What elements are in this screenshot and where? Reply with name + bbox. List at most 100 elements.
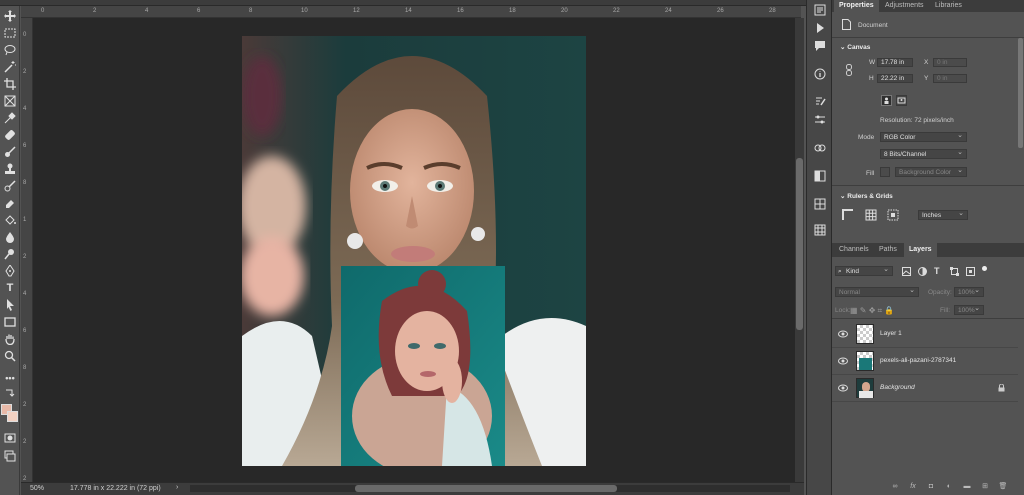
- ruler-tick-label: 4: [23, 291, 27, 297]
- tab-libraries[interactable]: Libraries: [930, 0, 967, 12]
- hand-tool-icon[interactable]: [2, 331, 18, 347]
- fill-color-swatch[interactable]: [880, 167, 890, 177]
- paint-bucket-tool-icon[interactable]: [2, 212, 18, 228]
- visibility-eye-icon[interactable]: [838, 330, 848, 338]
- history-brush-tool-icon[interactable]: [2, 178, 18, 194]
- tab-layers[interactable]: Layers: [904, 243, 937, 257]
- smart-object-filter-icon[interactable]: [966, 267, 975, 276]
- history-icon[interactable]: [814, 4, 826, 16]
- type-tool-icon[interactable]: T: [2, 280, 18, 296]
- ruler-icon[interactable]: [842, 209, 854, 221]
- clone-stamp-tool-icon[interactable]: [2, 161, 18, 177]
- frame-tool-icon[interactable]: [2, 93, 18, 109]
- screen-mode-icon[interactable]: [2, 448, 18, 464]
- pixel-layer-filter-icon[interactable]: [902, 267, 911, 276]
- visibility-eye-icon[interactable]: [838, 357, 848, 365]
- right-panel: Properties Adjustments Libraries Documen…: [832, 0, 1024, 495]
- brush-tool-icon[interactable]: [2, 144, 18, 160]
- x-field[interactable]: 0 in: [933, 58, 967, 67]
- units-select[interactable]: Inches: [918, 209, 968, 220]
- type-layer-filter-icon[interactable]: T: [934, 266, 940, 276]
- adjustment-layer-filter-icon[interactable]: [918, 267, 927, 276]
- layer-name[interactable]: Background: [880, 384, 915, 391]
- properties-scrollbar-thumb[interactable]: [1018, 38, 1023, 148]
- background-color-swatch[interactable]: [7, 411, 18, 422]
- adjustment-layer-icon[interactable]: ◐: [944, 482, 954, 492]
- zoom-tool-icon[interactable]: [2, 348, 18, 364]
- dodge-tool-icon[interactable]: [2, 246, 18, 262]
- new-group-icon[interactable]: ▬: [962, 482, 972, 492]
- path-selection-tool-icon[interactable]: [2, 297, 18, 313]
- more-tools-icon[interactable]: •••: [2, 370, 18, 386]
- color-swatches[interactable]: [1, 404, 19, 424]
- pen-tool-icon[interactable]: [2, 263, 18, 279]
- canvas-section-title[interactable]: ⌄ Canvas: [840, 43, 870, 51]
- ruler-tick-label: 10: [301, 8, 308, 14]
- lock-icons[interactable]: ▦ ✎ ✥ ⌗ 🔒: [850, 306, 894, 316]
- horizontal-scrollbar-thumb[interactable]: [355, 485, 617, 492]
- tab-paths[interactable]: Paths: [874, 243, 902, 257]
- info-icon[interactable]: [814, 68, 826, 80]
- quick-mask-icon[interactable]: [2, 430, 18, 446]
- move-tool-icon[interactable]: [2, 8, 18, 24]
- blur-tool-icon[interactable]: [2, 229, 18, 245]
- crop-tool-icon[interactable]: [2, 76, 18, 92]
- layer-row[interactable]: pexels-ali-pazani-2787341: [832, 348, 1018, 375]
- tab-properties[interactable]: Properties: [834, 0, 879, 12]
- marquee-tool-icon[interactable]: [2, 25, 18, 41]
- rulers-grids-section-title[interactable]: ⌄ Rulers & Grids: [840, 192, 893, 200]
- landscape-orientation-icon[interactable]: [896, 95, 907, 106]
- opacity-field[interactable]: 100%: [954, 286, 984, 297]
- delete-layer-icon[interactable]: 🗑: [998, 482, 1008, 492]
- document-canvas[interactable]: [242, 36, 586, 466]
- grid-icon[interactable]: [865, 209, 877, 221]
- ruler-tick-label: 2: [23, 402, 27, 408]
- swatches-grid-icon[interactable]: [814, 198, 826, 210]
- layer-row[interactable]: Layer 1: [832, 321, 1018, 348]
- visibility-eye-icon[interactable]: [838, 384, 848, 392]
- shape-layer-filter-icon[interactable]: [950, 267, 959, 276]
- portrait-orientation-icon[interactable]: [881, 95, 892, 106]
- mode-select[interactable]: RGB Color: [880, 131, 967, 142]
- pixel-grid-icon[interactable]: [887, 209, 899, 221]
- fill-opacity-field[interactable]: 100%: [954, 304, 984, 315]
- layer-thumbnail: [856, 378, 874, 398]
- width-field[interactable]: 17.78 in: [877, 58, 913, 67]
- layers-tab-bar: Channels Paths Layers: [832, 243, 1024, 257]
- tab-channels[interactable]: Channels: [834, 243, 874, 257]
- layer-filter-select[interactable]: ⌕ Kind: [835, 265, 893, 276]
- swap-colors-icon[interactable]: [2, 386, 18, 402]
- layer-name[interactable]: pexels-ali-pazani-2787341: [880, 357, 956, 364]
- bit-depth-select[interactable]: 8 Bits/Channel: [880, 148, 967, 159]
- layer-style-fx-icon[interactable]: fx: [908, 482, 918, 492]
- comments-icon[interactable]: [814, 40, 826, 52]
- layer-name[interactable]: Layer 1: [880, 330, 902, 337]
- brush-settings-icon[interactable]: [814, 96, 826, 108]
- magic-wand-tool-icon[interactable]: [2, 59, 18, 75]
- adjust-sliders-icon[interactable]: [814, 114, 826, 126]
- lasso-tool-icon[interactable]: [2, 42, 18, 58]
- 3d-icon[interactable]: [814, 142, 826, 154]
- gradients-icon[interactable]: [814, 170, 826, 182]
- blend-mode-select[interactable]: Normal: [835, 286, 919, 297]
- eyedropper-tool-icon[interactable]: [2, 110, 18, 126]
- height-field[interactable]: 22.22 in: [877, 74, 913, 83]
- new-layer-icon[interactable]: ⊞: [980, 482, 990, 492]
- tab-adjustments[interactable]: Adjustments: [880, 0, 929, 12]
- status-menu-arrow[interactable]: ›: [176, 484, 178, 491]
- link-dimensions-icon[interactable]: [846, 64, 852, 76]
- filter-toggle-icon[interactable]: [982, 266, 987, 271]
- inset-photo-layer: [341, 266, 505, 466]
- actions-play-icon[interactable]: [814, 22, 826, 34]
- rectangle-tool-icon[interactable]: [2, 314, 18, 330]
- fill-select[interactable]: Background Color: [895, 166, 967, 177]
- add-mask-icon[interactable]: ◘: [926, 482, 936, 492]
- link-layers-icon[interactable]: ∞: [890, 482, 900, 492]
- layer-row[interactable]: Background: [832, 375, 1018, 402]
- zoom-level[interactable]: 50%: [30, 485, 44, 492]
- healing-brush-tool-icon[interactable]: [2, 127, 18, 143]
- y-field[interactable]: 0 in: [933, 74, 967, 83]
- vertical-scrollbar-thumb[interactable]: [796, 158, 803, 330]
- eraser-tool-icon[interactable]: [2, 195, 18, 211]
- patterns-grid-icon[interactable]: [814, 224, 826, 236]
